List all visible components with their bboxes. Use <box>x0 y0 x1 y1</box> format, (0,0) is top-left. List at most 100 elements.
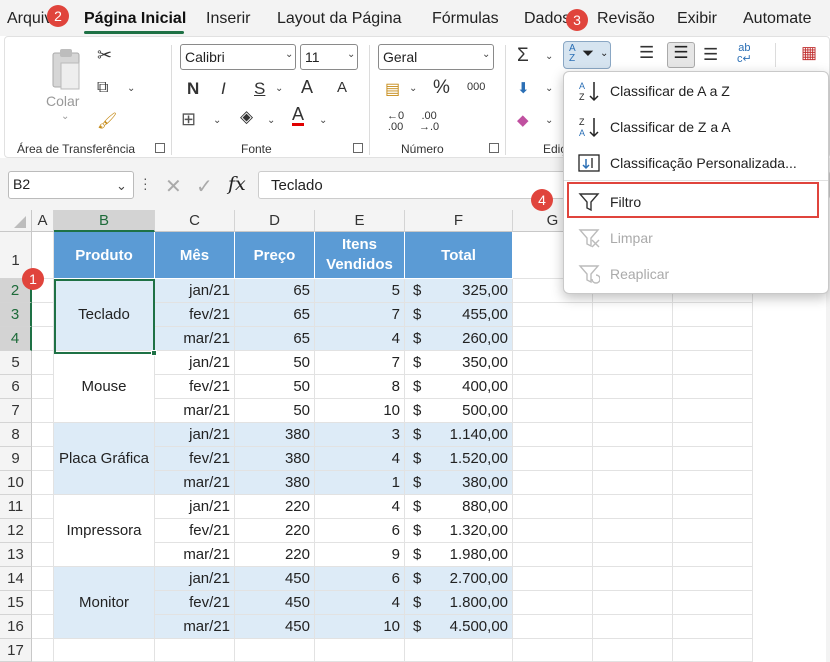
cell-preco[interactable]: 50 <box>235 375 315 399</box>
cell[interactable] <box>513 519 593 543</box>
cell-mes[interactable]: jan/21 <box>155 423 235 447</box>
cell[interactable] <box>513 591 593 615</box>
cell[interactable] <box>32 423 54 447</box>
paste-label[interactable]: Colar <box>46 93 79 109</box>
cell-preco[interactable]: 220 <box>235 519 315 543</box>
cell-preco[interactable]: 380 <box>235 471 315 495</box>
cell[interactable] <box>32 519 54 543</box>
cell[interactable] <box>513 399 593 423</box>
cell-preco[interactable]: 450 <box>235 591 315 615</box>
grow-font-button[interactable]: A <box>301 77 313 98</box>
row-header[interactable]: 3 <box>0 303 32 327</box>
tab-revisao[interactable]: Revisão <box>597 10 655 28</box>
cell-total[interactable]: 2.700,00 $ <box>405 567 513 591</box>
clipboard-launcher-icon[interactable] <box>155 143 165 153</box>
copy-icon[interactable]: ⧉ <box>97 79 108 97</box>
cell[interactable] <box>513 327 593 351</box>
cell[interactable] <box>593 519 673 543</box>
increase-decimal-icon[interactable]: ←0.00 <box>387 111 404 133</box>
cell[interactable] <box>32 399 54 423</box>
cell-mes[interactable]: mar/21 <box>155 543 235 567</box>
cell-mes[interactable]: fev/21 <box>155 519 235 543</box>
cell[interactable] <box>405 639 513 662</box>
cell-itens[interactable]: 4 <box>315 495 405 519</box>
conditional-format-icon[interactable]: ▦ <box>801 43 817 63</box>
tab-pagina-inicial[interactable]: Página Inicial <box>84 10 186 28</box>
row-header[interactable]: 16 <box>0 615 32 639</box>
tab-automate[interactable]: Automate <box>743 10 811 28</box>
cell[interactable] <box>235 639 315 662</box>
borders-icon[interactable]: ⊞ <box>181 109 196 130</box>
cell[interactable] <box>593 591 673 615</box>
insert-function-button[interactable]: fx <box>228 173 246 195</box>
cell-preco[interactable]: 380 <box>235 447 315 471</box>
header-preco[interactable]: Preço <box>235 232 315 279</box>
format-painter-icon[interactable]: 🖌 <box>97 111 117 131</box>
cell[interactable] <box>513 639 593 662</box>
cell-itens[interactable]: 7 <box>315 303 405 327</box>
column-header[interactable]: E <box>315 210 405 232</box>
cell-preco[interactable]: 220 <box>235 543 315 567</box>
cell-preco[interactable]: 65 <box>235 303 315 327</box>
cell-total[interactable]: 350,00 $ <box>405 351 513 375</box>
cell[interactable] <box>32 495 54 519</box>
fill-handle[interactable] <box>151 350 157 356</box>
more-options-icon[interactable]: · · · <box>143 171 148 195</box>
cell[interactable] <box>32 447 54 471</box>
cell[interactable] <box>513 615 593 639</box>
cell[interactable] <box>593 639 673 662</box>
header-total[interactable]: Total <box>405 232 513 279</box>
cell[interactable] <box>32 639 54 662</box>
cell[interactable] <box>593 447 673 471</box>
cell-total[interactable]: 880,00 $ <box>405 495 513 519</box>
cell-mes[interactable]: jan/21 <box>155 279 235 303</box>
cell[interactable] <box>673 447 753 471</box>
cell[interactable] <box>593 351 673 375</box>
cell[interactable] <box>593 375 673 399</box>
bold-button[interactable]: N <box>187 79 199 99</box>
tab-layout[interactable]: Layout da Página <box>277 10 402 28</box>
cell[interactable] <box>673 351 753 375</box>
cell-total[interactable]: 1.140,00 $ <box>405 423 513 447</box>
cell-mes[interactable]: mar/21 <box>155 399 235 423</box>
cell[interactable] <box>32 471 54 495</box>
cell[interactable] <box>593 327 673 351</box>
cell-preco[interactable]: 50 <box>235 399 315 423</box>
cell-mes[interactable]: fev/21 <box>155 447 235 471</box>
fill-color-icon[interactable]: ◈ <box>240 107 253 127</box>
cell[interactable] <box>513 423 593 447</box>
cell-itens[interactable]: 8 <box>315 375 405 399</box>
cancel-icon[interactable]: ✕ <box>165 174 182 199</box>
cell-mes[interactable]: jan/21 <box>155 495 235 519</box>
cell[interactable] <box>593 303 673 327</box>
font-name-select[interactable]: Calibri <box>180 44 296 70</box>
cell-itens[interactable]: 10 <box>315 615 405 639</box>
cell[interactable] <box>593 543 673 567</box>
italic-button[interactable]: I <box>221 79 226 99</box>
row-header[interactable]: 9 <box>0 447 32 471</box>
cell[interactable] <box>593 615 673 639</box>
paste-icon[interactable] <box>51 47 83 93</box>
font-launcher-icon[interactable] <box>353 143 363 153</box>
cell[interactable] <box>513 471 593 495</box>
decrease-decimal-icon[interactable]: .00 →.0 <box>419 111 439 133</box>
cell[interactable] <box>673 495 753 519</box>
fill-chevron-icon[interactable]: ⌄ <box>545 83 553 94</box>
row-header[interactable]: 6 <box>0 375 32 399</box>
cell[interactable] <box>593 567 673 591</box>
cell[interactable] <box>673 471 753 495</box>
row-header[interactable]: 13 <box>0 543 32 567</box>
cell-produto[interactable]: Monitor <box>54 567 155 639</box>
row-header[interactable]: 10 <box>0 471 32 495</box>
header-mes[interactable]: Mês <box>155 232 235 279</box>
wrap-text-icon[interactable]: ab c↵ <box>737 43 752 65</box>
enter-icon[interactable]: ✓ <box>196 174 213 199</box>
cell-total[interactable]: 325,00 $ <box>405 279 513 303</box>
cell-preco[interactable]: 50 <box>235 351 315 375</box>
cell-preco[interactable]: 380 <box>235 423 315 447</box>
cell[interactable] <box>32 303 54 327</box>
cell[interactable] <box>673 519 753 543</box>
cell-total[interactable]: 455,00 $ <box>405 303 513 327</box>
cell-total[interactable]: 1.320,00 $ <box>405 519 513 543</box>
column-header[interactable]: F <box>405 210 513 232</box>
